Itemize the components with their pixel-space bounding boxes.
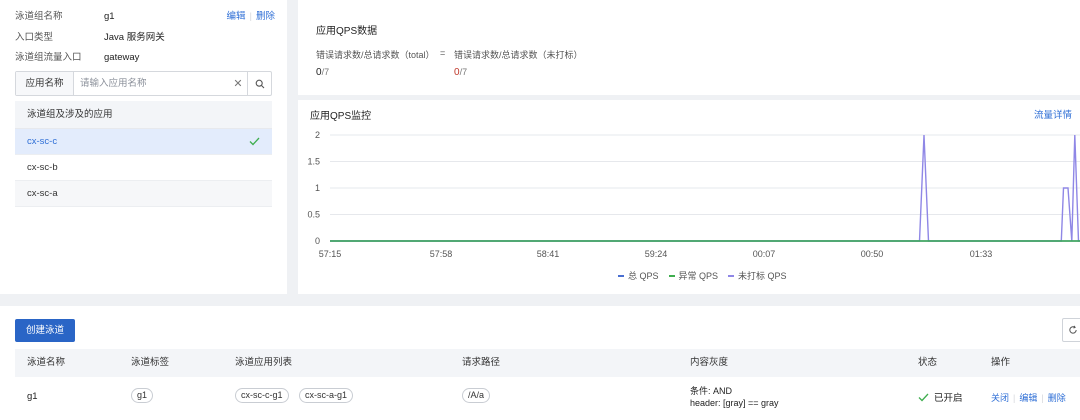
formula-right: 错误请求数/总请求数（未打标） — [454, 50, 583, 60]
legend-item[interactable]: 异常 QPS — [668, 269, 719, 282]
legend-item[interactable]: 总 QPS — [618, 269, 659, 282]
qps-untagged-count: /7 — [459, 67, 468, 77]
qps-untagged-value: 0/7 — [454, 67, 467, 78]
chart-legend: 总 QPS 异常 QPS 未打标 QPS — [618, 269, 787, 282]
check-icon — [249, 137, 260, 146]
lane-name-cell: g1 — [27, 391, 38, 402]
divider: | — [249, 11, 252, 22]
status-label: 已开启 — [934, 393, 963, 404]
gray-condition-line2: header: [gray] == gray — [690, 398, 779, 408]
divider: | — [1041, 393, 1044, 403]
disable-lane-link[interactable]: 关闭 — [991, 393, 1009, 403]
qps-data-title: 应用QPS数据 — [316, 26, 378, 37]
app-list-item[interactable]: cx-sc-a — [15, 181, 272, 207]
entry-type-label: 入口类型 — [15, 32, 54, 43]
lane-group-panel: 泳道组名称 g1 编辑 | 删除 入口类型 Java 服务网关 泳道组流量入口 gatew… — [0, 0, 287, 294]
entry-app-label: 泳道组流量入口 — [15, 52, 82, 63]
delete-lane-link[interactable]: 删除 — [1048, 393, 1066, 403]
formula-left: 错误请求数/总请求数（total） — [316, 50, 435, 60]
refresh-button[interactable] — [1062, 318, 1080, 342]
column-header: 内容灰度 — [690, 357, 729, 368]
column-header: 泳道标签 — [131, 357, 170, 368]
column-header: 泳道名称 — [27, 357, 66, 368]
column-header: 请求路径 — [462, 357, 501, 368]
entry-type-value: Java 服务网关 — [104, 32, 165, 43]
app-list-item-label: cx-sc-a — [27, 188, 58, 199]
edit-lane-link[interactable]: 编辑 — [1019, 393, 1037, 403]
app-list-header: 泳道组及涉及的应用 — [15, 101, 272, 129]
app-search-label: 应用名称 — [16, 72, 74, 95]
lane-group-name-row: 泳道组名称 g1 编辑 | 删除 — [15, 10, 275, 24]
status-cell: 已开启 — [918, 390, 963, 404]
table-row: g1 g1 cx-sc-c-g1 cx-sc-a-g1 /A/a 条件: AND… — [15, 377, 1080, 420]
edit-lane-group-link[interactable]: 编辑 — [227, 11, 246, 22]
traffic-detail-link[interactable]: 流量详情 — [1034, 107, 1072, 121]
lane-app-tag: cx-sc-c-g1 — [235, 388, 289, 403]
refresh-icon — [1069, 325, 1077, 334]
column-header: 泳道应用列表 — [235, 357, 293, 368]
lane-table-header: 泳道名称 泳道标签 泳道应用列表 请求路径 内容灰度 状态 操作 — [15, 349, 1080, 377]
qps-monitor-title: 应用QPS监控 — [310, 111, 372, 122]
app-list-item-label: cx-sc-b — [27, 162, 58, 173]
legend-label: 未打标 QPS — [738, 271, 787, 281]
entry-app-row: 泳道组流量入口 gateway — [15, 51, 139, 65]
app-search-input[interactable] — [74, 73, 229, 94]
app-list-item[interactable]: cx-sc-c — [15, 129, 272, 155]
legend-swatch — [728, 274, 735, 277]
legend-swatch — [618, 274, 624, 277]
status-check-icon — [918, 393, 929, 401]
column-header: 状态 — [918, 357, 938, 368]
legend-swatch — [668, 274, 675, 277]
lane-app-tag: cx-sc-a-g1 — [299, 388, 354, 403]
lane-group-name-value: g1 — [104, 11, 115, 22]
app-list-item-label: cx-sc-c — [27, 136, 58, 147]
clear-icon[interactable]: ✕ — [229, 77, 247, 90]
qps-total-count: /7 — [321, 67, 330, 77]
request-path-tag: /A/a — [462, 388, 491, 403]
formula-equals: = — [440, 48, 446, 58]
app-search-box: 应用名称 ✕ — [15, 71, 272, 96]
app-list-item[interactable]: cx-sc-b — [15, 155, 272, 181]
create-lane-button[interactable]: 创建泳道 — [15, 319, 75, 342]
qps-data-card: 应用QPS数据 错误请求数/总请求数（total） = 错误请求数/总请求数（未… — [298, 0, 1080, 95]
legend-label: 异常 QPS — [678, 271, 719, 281]
app-list: 泳道组及涉及的应用 cx-sc-c cx-sc-b cx-sc-a — [15, 101, 272, 207]
legend-label: 总 QPS — [628, 271, 659, 281]
entry-app-value: gateway — [104, 52, 140, 63]
delete-lane-group-link[interactable]: 删除 — [256, 11, 275, 22]
lane-group-name-label: 泳道组名称 — [15, 11, 63, 22]
actions-cell: 关闭 | 编辑 | 删除 — [991, 391, 1066, 404]
legend-item[interactable]: 未打标 QPS — [728, 269, 787, 282]
search-icon — [255, 79, 264, 88]
gray-condition-line1: 条件: AND — [690, 386, 733, 396]
qps-total-value: 0/7 — [316, 67, 329, 78]
search-button[interactable] — [247, 72, 271, 95]
entry-type-row: 入口类型 Java 服务网关 — [15, 31, 165, 45]
divider: | — [1013, 393, 1016, 403]
qps-monitor-card: 应用QPS监控 流量详情 — [298, 100, 1080, 294]
column-header: 操作 — [991, 357, 1011, 368]
lane-tag: g1 — [131, 388, 154, 403]
